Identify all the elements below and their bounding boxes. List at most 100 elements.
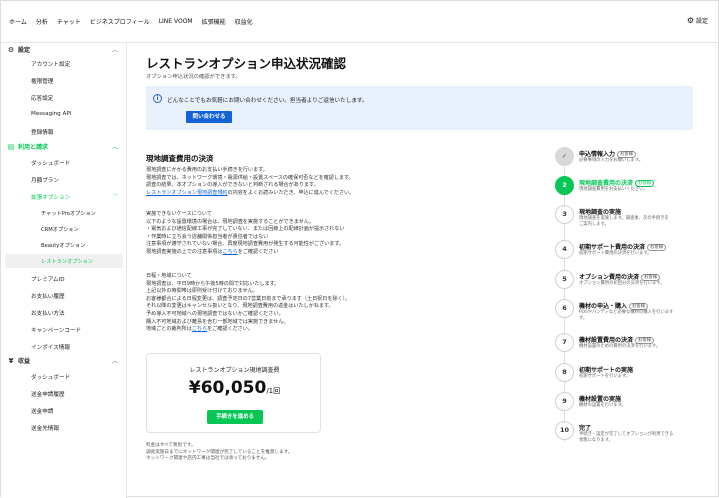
sidebar-section-label: 利用と請求 (18, 144, 49, 151)
sidebar-item-transfer-history[interactable]: 送金申請履歴 (31, 390, 65, 398)
text-line: 上記以外の時間帯は原則受け付けておりません。 (146, 288, 258, 295)
sidebar-section-usage[interactable]: ▤ 利用と請求 (7, 142, 49, 152)
step-title: 現地調査費用の決済 お客様 (579, 178, 655, 188)
step-title: 機材設置費用の決済 お客様 (579, 335, 655, 345)
sidebar-item-invoice-info[interactable]: インボイス情報 (31, 343, 70, 351)
sidebar-item-messaging-api[interactable]: Messaging API (31, 111, 71, 117)
step-title-text: 現地調査費用の決済 (579, 180, 634, 187)
nav-monetization[interactable]: 収益化 (235, 17, 253, 26)
sidebar-subitem-crm[interactable]: CRMオプション (41, 226, 79, 233)
sidebar-item-registration-info[interactable]: 登録情報 (31, 128, 53, 136)
text-fragment: 現地調査実施の上での注意事項は (146, 248, 223, 255)
step-title: 現地調査の実施 (579, 207, 621, 216)
nav-chat[interactable]: チャット (57, 17, 81, 26)
step-number: 4 (555, 240, 574, 259)
text-line: 日程・地域について (146, 273, 192, 279)
step-description-line: 機材設置のための費用の決済を行います。 (579, 344, 661, 349)
text-line: 実施できないケースについて (146, 211, 212, 217)
sidebar-item-monthly-plan[interactable]: 月額プラン (31, 176, 59, 184)
text-line: ・電気および通信配線工事が完了していない、または回線上の配線計画が提示されない (146, 226, 345, 233)
proceed-button[interactable]: 手続きを進める (207, 410, 263, 424)
settings-link[interactable]: ⚙ 設定 (687, 16, 708, 25)
survey-terms-link[interactable]: レストランオプション現地調査規約 (146, 190, 228, 196)
sidebar-item-extension-options[interactable]: 拡張オプション (31, 193, 70, 201)
sidebar-item-transfer-request[interactable]: 送金申請 (31, 407, 53, 415)
step-title: 機材の申込・購入 お客様 (579, 301, 649, 311)
step-title: 機材設置の実施 (579, 394, 621, 403)
sidebar-item-permissions[interactable]: 権限管理 (31, 77, 53, 85)
sidebar-section-settings[interactable]: ⚙ 設定 (7, 45, 30, 55)
step-description: POSやハンディなど必要な機材の購入を行います す。 (579, 310, 673, 322)
step-title-text: 現地調査の実施 (579, 209, 622, 216)
chevron-up-icon[interactable]: ︿ (112, 45, 118, 54)
step-description-line: 状態になります。 (579, 438, 613, 443)
sidebar-item-dashboard[interactable]: ダッシュボード (31, 159, 70, 167)
step-title-text: 機材設置の実施 (579, 396, 622, 403)
sidebar-item-premium-id[interactable]: プレミアムID (31, 275, 65, 283)
sidebar-subitem-beauty[interactable]: Beautyオプション (41, 242, 85, 249)
step-description: 現地調査費用をお支払いください。 (579, 187, 648, 193)
text-fragment: をご確認ください。 (207, 326, 253, 333)
sidebar-item-account-settings[interactable]: アカウント設定 (31, 60, 70, 68)
page-subtitle: オプション申込状況の確認ができます。 (146, 74, 241, 80)
nav-home[interactable]: ホーム (9, 17, 27, 26)
sidebar-item-campaign-code[interactable]: キャンペーンコード (31, 326, 81, 334)
step-number: 3 (555, 205, 574, 224)
text-fragment: の内容をよくお読みいただき、申込に進んでください。 (227, 189, 355, 196)
gear-icon: ⚙ (7, 45, 15, 54)
sidebar-subitem-chatpro[interactable]: チャットProオプション (41, 210, 96, 217)
settings-label: 設定 (695, 18, 708, 25)
step-description-line: 現地調査費用をお支払いください。 (579, 187, 648, 192)
text-fragment: をご確認ください (237, 248, 279, 255)
sidebar-item-payment-history[interactable]: お支払い履歴 (31, 292, 65, 300)
step-title-text: 初期サポートの実施 (579, 367, 634, 374)
section-title: 現地調査費用の決済 (146, 154, 214, 163)
text-line: 調査の結果、本オプションの導入ができないと判断される場合があります。 (146, 182, 319, 189)
courts-link[interactable]: こちら (192, 326, 207, 332)
info-text: どんなことでもお気軽にお問い合わせください。担当者よりご返信いたします。 (167, 98, 368, 104)
text-fragment: 地域ごとの裁判所は (146, 326, 192, 333)
sidebar-item-response-settings[interactable]: 応答設定 (31, 94, 53, 102)
step-description: 初期サポートを行います。 (579, 374, 630, 380)
nav-extensions[interactable]: 拡張機能 (202, 17, 226, 26)
contact-button[interactable]: 問い合わせる (186, 111, 232, 123)
step-title: 初期サポート費用の決済 お客様 (579, 242, 667, 252)
chevron-up-icon[interactable]: ︿ (112, 142, 118, 151)
step-description: 機材設置のための費用の決済を行います。 (579, 344, 660, 350)
step-title: オプション費用の決済 お客様 (579, 272, 661, 282)
fee-amount: ¥60,050/1回 (147, 378, 322, 398)
text-line: 地域ごとの裁判所はこちらをご確認ください。 (146, 326, 350, 334)
step-description: オプション費用の初回分の決済を行います。 (579, 281, 665, 287)
step-title: 初期サポートの実施 (579, 365, 633, 374)
top-navigation: ホーム 分析 チャット ビジネスプロフィール LINE VOOM 拡張機能 収益… (1, 1, 719, 43)
step-description-line: す。 (579, 316, 588, 321)
text-line: それ以降の変更はキャンセル扱いとなり、現地調査費用の返金はいたしかねます。 (146, 303, 334, 310)
check-icon: ✓ (555, 147, 574, 166)
text-line: 予め導入不可地域への現地調査ではないかご確認ください。 (146, 310, 284, 317)
nav-line-voom[interactable]: LINE VOOM (159, 18, 193, 25)
step-number: 6 (555, 299, 574, 318)
step-description: 初期サポート費用の決済を行います。 (579, 251, 652, 257)
page-title: レストランオプション申込状況確認 (146, 56, 347, 71)
chevron-up-icon[interactable]: ︿ (112, 356, 118, 365)
step-title: 申込情報入力 お客様 (579, 149, 637, 159)
info-icon: i (153, 94, 162, 103)
sidebar-item-payment-method[interactable]: お支払い方法 (31, 309, 65, 317)
sidebar-item-revenue-dashboard[interactable]: ダッシュボード (31, 373, 70, 381)
description-block-3: 日程・地域について 現地調査は、平日9時から午後5時の間で対応いたします。 上記… (146, 273, 350, 334)
step-number: 5 (555, 270, 574, 289)
step-description-line: 初期サポートを行います。 (579, 374, 631, 379)
sidebar-subitem-restaurant[interactable]: レストランオプション (41, 258, 93, 265)
sidebar-section-revenue[interactable]: ¥ 収益 (7, 356, 31, 366)
step-number: 2 (555, 176, 574, 195)
sidebar-item-transfer-destination[interactable]: 送金先情報 (31, 424, 59, 432)
sidebar-section-label: 収益 (18, 358, 31, 365)
nav-business-profile[interactable]: ビジネスプロフィール (90, 17, 150, 26)
step-title-text: 機材設置費用の決済 (579, 337, 634, 344)
step-title-text: 申込情報入力 (579, 151, 616, 158)
nav-analytics[interactable]: 分析 (36, 17, 48, 26)
precautions-link[interactable]: こちら (222, 249, 237, 255)
step-title-text: オプション費用の決済 (579, 274, 640, 281)
chevron-down-icon[interactable]: ﹀ (113, 193, 118, 200)
step-title-text: 初期サポート費用の決済 (579, 244, 646, 251)
